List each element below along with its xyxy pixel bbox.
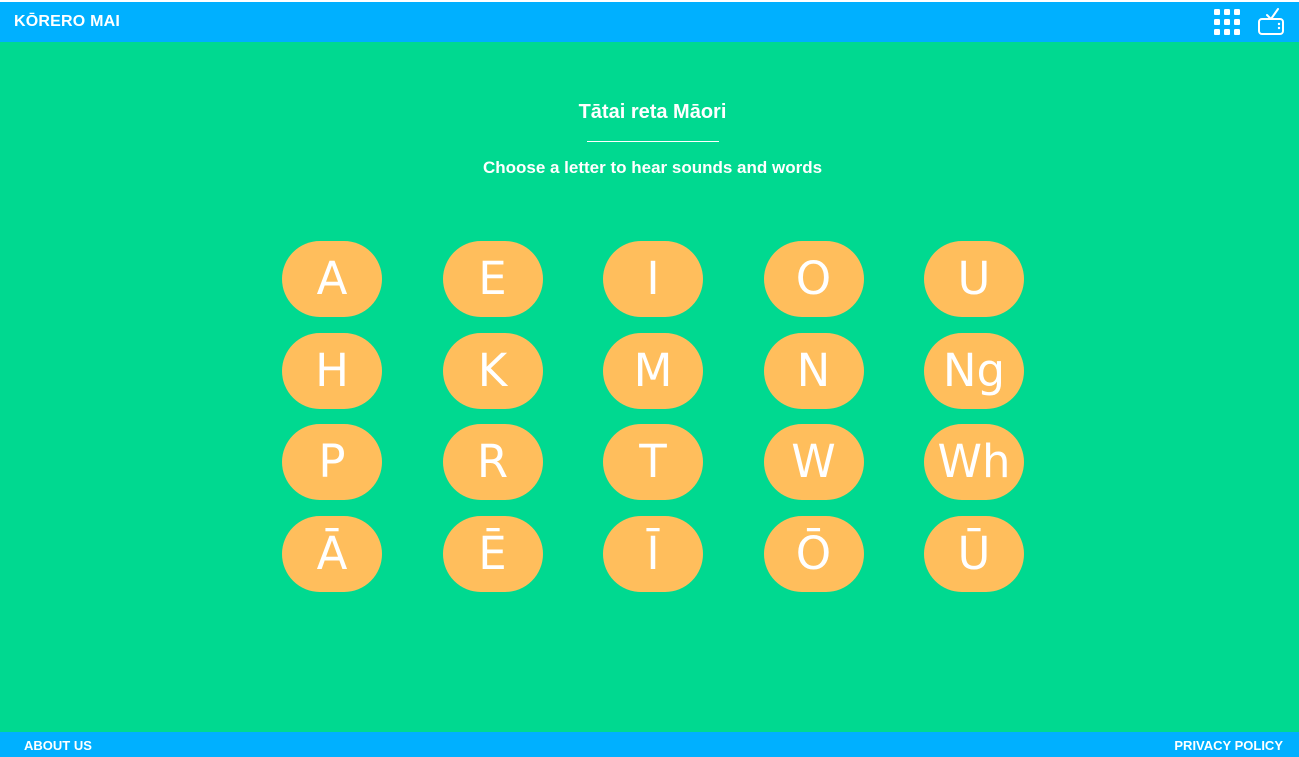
letter-button-a-macron[interactable]: Ā [282,515,382,592]
letter-button-ng[interactable]: Ng [924,332,1024,409]
apps-grid-icon[interactable] [1213,8,1241,36]
page-title: Tātai reta Māori [578,101,727,123]
about-us-link[interactable]: ABOUT US [24,738,92,753]
footer-bar: ABOUT US PRIVACY POLICY [0,732,1299,757]
letter-button-e-macron[interactable]: Ē [442,515,543,592]
letter-button-m[interactable]: M [603,332,703,409]
letter-button-r[interactable]: R [442,424,543,500]
letter-button-n[interactable]: N [763,332,864,409]
top-bar: KŌRERO MAI [0,2,1299,42]
main-content: Tātai reta Māori Choose a letter to hear… [0,42,1299,732]
tv-icon[interactable] [1257,6,1285,35]
letter-button-u[interactable]: U [924,241,1024,317]
letter-button-wh[interactable]: Wh [924,424,1024,500]
letter-button-h[interactable]: H [282,332,382,409]
letter-button-u-macron[interactable]: Ū [924,515,1024,592]
title-divider [587,141,719,142]
privacy-policy-link[interactable]: PRIVACY POLICY [1174,738,1283,753]
letter-button-a[interactable]: A [282,241,382,317]
letter-button-p[interactable]: P [282,424,382,500]
letter-button-k[interactable]: K [442,332,543,409]
letter-button-i[interactable]: I [603,241,703,317]
letter-button-o[interactable]: O [763,241,864,317]
letter-button-o-macron[interactable]: Ō [763,515,864,592]
letter-button-t[interactable]: T [603,424,703,500]
letter-button-i-macron[interactable]: Ī [603,515,703,592]
letter-grid: A E I O U H K M N Ng P R T W Wh Ā Ē Ī Ō … [282,241,1024,592]
brand-link[interactable]: KŌRERO MAI [14,13,120,31]
letter-button-w[interactable]: W [763,424,864,500]
letter-button-e[interactable]: E [442,241,543,317]
page-subtitle: Choose a letter to hear sounds and words [482,158,823,177]
